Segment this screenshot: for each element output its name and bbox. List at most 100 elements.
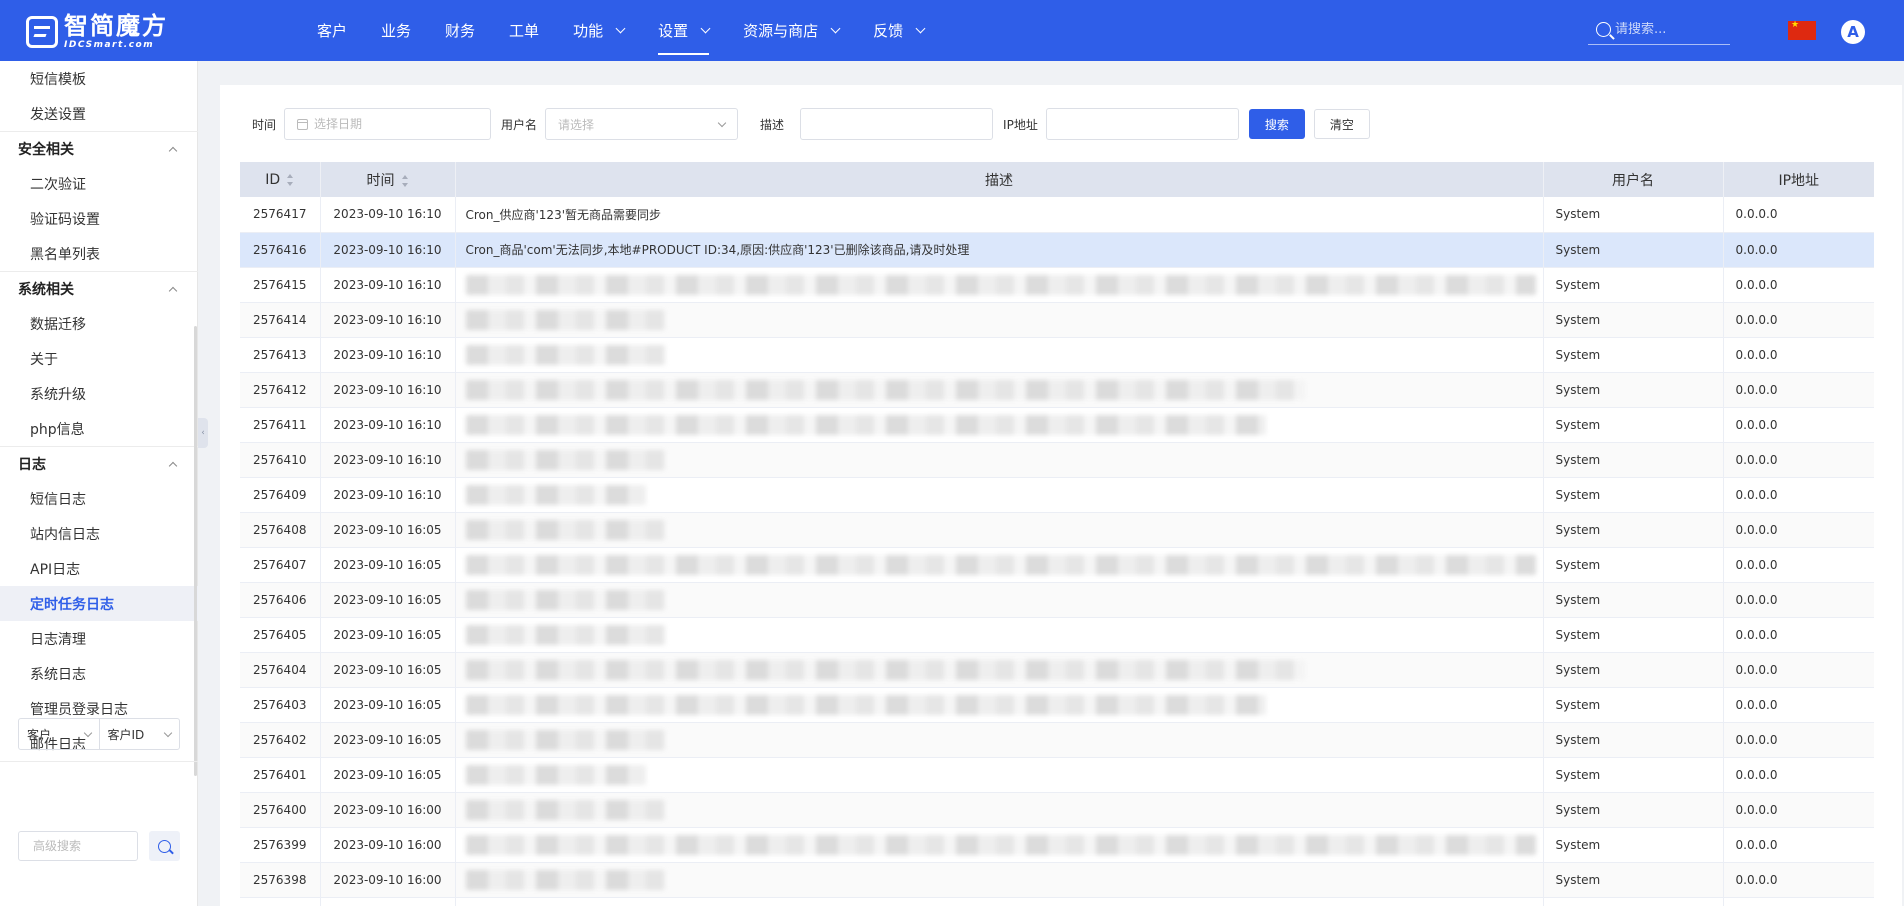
table-row[interactable]: 2576414 2023-09-10 16:10 System 0.0.0.0 xyxy=(240,302,1874,338)
sidebar-item[interactable]: php信息 xyxy=(0,411,198,446)
sidebar-scrollbar[interactable] xyxy=(194,326,197,776)
nav-item-5[interactable]: 设置 xyxy=(641,0,726,61)
table-row[interactable]: 2576410 2023-09-10 16:10 System 0.0.0.0 xyxy=(240,442,1874,478)
cell-username: System xyxy=(1543,442,1724,478)
cell-ip: 0.0.0.0 xyxy=(1723,827,1874,863)
table-row[interactable]: 2576409 2023-09-10 16:10 System 0.0.0.0 xyxy=(240,477,1874,513)
nav-item-4[interactable]: 功能 xyxy=(556,0,641,61)
table-row[interactable]: 2576415 2023-09-10 16:10 System 0.0.0.0 xyxy=(240,267,1874,303)
sidebar-item[interactable]: 黑名单列表 xyxy=(0,236,198,271)
chevron-up-icon xyxy=(168,146,178,155)
sidebar-item[interactable]: 日志清理 xyxy=(0,621,198,656)
table-row[interactable]: 2576404 2023-09-10 16:05 System 0.0.0.0 xyxy=(240,652,1874,688)
column-header-time[interactable]: 时间 xyxy=(320,162,456,197)
redacted-text xyxy=(465,659,1306,680)
chevron-down-icon xyxy=(163,728,173,737)
cell-ip: 0.0.0.0 xyxy=(1723,862,1874,898)
brand-logo[interactable]: 智简魔方 IDCSmart.com xyxy=(26,14,176,50)
cell-time: 2023-09-10 16:05 xyxy=(320,757,456,793)
date-input[interactable] xyxy=(314,117,479,131)
nav-item-0[interactable]: 客户 xyxy=(300,0,364,61)
redacted-text xyxy=(465,274,1536,295)
nav-item-7[interactable]: 反馈 xyxy=(856,0,941,61)
sidebar-group-header[interactable]: 安全相关 xyxy=(0,131,198,166)
table-row[interactable]: 2576400 2023-09-10 16:00 System 0.0.0.0 xyxy=(240,792,1874,828)
table-row[interactable]: 2576417 2023-09-10 16:10 Cron_供应商'123'暂无商品… xyxy=(240,197,1874,233)
table-row[interactable]: 2576399 2023-09-10 16:00 System 0.0.0.0 xyxy=(240,827,1874,863)
table-row[interactable]: 2576401 2023-09-10 16:05 System 0.0.0.0 xyxy=(240,757,1874,793)
sidebar-item[interactable]: 短信日志 xyxy=(0,481,198,516)
sidebar-item[interactable]: 二次验证 xyxy=(0,166,198,201)
redacted-text xyxy=(465,309,666,330)
sidebar-item[interactable]: 关于 xyxy=(0,341,198,376)
nav-item-2[interactable]: 财务 xyxy=(428,0,492,61)
column-header-id[interactable]: ID xyxy=(240,162,321,197)
cell-time: 2023-09-10 16:10 xyxy=(320,232,456,268)
date-picker[interactable] xyxy=(284,108,492,140)
sidebar-item[interactable]: 验证码设置 xyxy=(0,201,198,236)
nav-item-3[interactable]: 工单 xyxy=(492,0,556,61)
search-field-select[interactable]: 客户ID xyxy=(98,719,180,749)
sidebar-item[interactable]: 短信模板 xyxy=(0,61,198,96)
sidebar-item[interactable]: 定时任务日志 xyxy=(0,586,198,621)
global-search-input[interactable] xyxy=(1615,22,1725,37)
table-row[interactable]: 2576406 2023-09-10 16:05 System 0.0.0.0 xyxy=(240,582,1874,618)
sidebar-collapse-handle[interactable]: ‹ xyxy=(198,418,208,448)
table-row[interactable]: 2576412 2023-09-10 16:10 System 0.0.0.0 xyxy=(240,372,1874,408)
username-select[interactable]: 请选择 xyxy=(545,108,739,140)
cell-time: 2023-09-10 16:05 xyxy=(320,722,456,758)
sort-icon[interactable] xyxy=(401,174,409,187)
sort-icon[interactable] xyxy=(287,173,294,186)
cell-time: 2023-09-10 16:05 xyxy=(320,617,456,653)
table-row[interactable]: 2576411 2023-09-10 16:10 System 0.0.0.0 xyxy=(240,407,1874,443)
description-field[interactable] xyxy=(800,108,994,140)
redacted-text xyxy=(465,869,666,890)
sidebar-item[interactable]: 站内信日志 xyxy=(0,516,198,551)
ip-field[interactable] xyxy=(1045,108,1239,140)
nav-item-1[interactable]: 业务 xyxy=(364,0,428,61)
cell-id: 2576405 xyxy=(240,617,321,653)
advanced-search-button[interactable] xyxy=(149,831,180,861)
table-row[interactable]: 2576416 2023-09-10 16:10 Cron_商品'com'无法同步,… xyxy=(240,232,1874,268)
search-button[interactable]: 搜索 xyxy=(1248,109,1305,139)
cell-ip: 0.0.0.0 xyxy=(1723,477,1874,513)
table-row[interactable]: 2576402 2023-09-10 16:05 System 0.0.0.0 xyxy=(240,722,1874,758)
cell-time: 2023-09-10 16:10 xyxy=(320,477,456,513)
cell-description xyxy=(455,757,1544,793)
nav-item-6[interactable]: 资源与商店 xyxy=(726,0,856,61)
table-row[interactable]: 2576405 2023-09-10 16:05 System 0.0.0.0 xyxy=(240,617,1874,653)
redacted-text xyxy=(465,484,646,505)
ip-input[interactable] xyxy=(1058,117,1226,131)
cell-id: 2576415 xyxy=(240,267,321,303)
sidebar-item[interactable]: 系统升级 xyxy=(0,376,198,411)
advanced-search-input[interactable] xyxy=(18,831,138,861)
cell-id: 2576409 xyxy=(240,477,321,513)
clear-button[interactable]: 清空 xyxy=(1313,109,1370,139)
sidebar-item[interactable]: 数据迁移 xyxy=(0,306,198,341)
table-row[interactable]: 2576398 2023-09-10 16:00 System 0.0.0.0 xyxy=(240,862,1874,898)
filter-bar: 时间 用户名 请选择 描述 IP地址 搜索 清空 xyxy=(252,108,1370,140)
user-avatar[interactable]: A xyxy=(1841,20,1865,44)
cell-ip: 0.0.0.0 xyxy=(1723,687,1874,723)
sidebar-group-header[interactable]: 系统相关 xyxy=(0,271,198,306)
cell-id: 2576404 xyxy=(240,652,321,688)
language-flag-icon[interactable] xyxy=(1788,20,1816,40)
sidebar-group-header[interactable]: 日志 xyxy=(0,446,198,481)
quick-search-selector: 客户 客户ID xyxy=(18,718,180,750)
cell-id: 2576407 xyxy=(240,547,321,583)
search-icon xyxy=(158,839,171,853)
table-row[interactable]: 2576413 2023-09-10 16:10 System 0.0.0.0 xyxy=(240,337,1874,373)
cell-time: 2023-09-10 16:00 xyxy=(320,827,456,863)
table-row[interactable]: 2576407 2023-09-10 16:05 System 0.0.0.0 xyxy=(240,547,1874,583)
table-row[interactable]: 2576403 2023-09-10 16:05 System 0.0.0.0 xyxy=(240,687,1874,723)
table-row[interactable] xyxy=(240,897,1874,906)
cell-ip: 0.0.0.0 xyxy=(1723,197,1874,233)
table-row[interactable]: 2576408 2023-09-10 16:05 System 0.0.0.0 xyxy=(240,512,1874,548)
global-search[interactable] xyxy=(1588,15,1730,45)
sidebar-item[interactable]: 系统日志 xyxy=(0,656,198,691)
sidebar-item[interactable]: 发送设置 xyxy=(0,96,198,131)
sidebar-item[interactable]: API日志 xyxy=(0,551,198,586)
search-type-select[interactable]: 客户 xyxy=(19,719,99,749)
description-input[interactable] xyxy=(813,117,981,131)
cell-ip: 0.0.0.0 xyxy=(1723,582,1874,618)
